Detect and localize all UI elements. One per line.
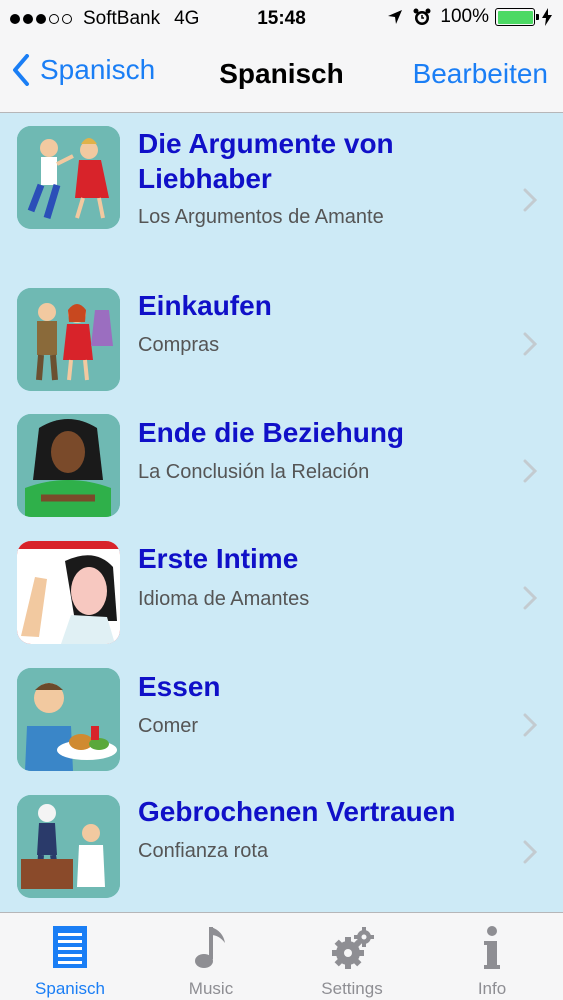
lesson-thumbnail-intimacy	[17, 541, 120, 644]
tab-bar: Spanisch Music Settings Info	[0, 912, 563, 1000]
list-document-icon	[53, 926, 87, 968]
list-item[interactable]: Einkaufen Compras	[0, 274, 563, 401]
battery-percent: 100%	[440, 6, 489, 27]
gear-icon	[332, 927, 374, 969]
lesson-subtitle: La Conclusión la Relación	[138, 461, 370, 483]
lesson-subtitle: Compras	[138, 334, 220, 356]
lesson-title: Gebrochenen Vertrauen	[138, 796, 456, 827]
lesson-thumbnail-shopping	[17, 288, 120, 391]
edit-button[interactable]: Bearbeiten	[413, 58, 548, 90]
lesson-title: Essen	[138, 671, 221, 702]
list-item[interactable]: Die Argumente von Liebhaber Los Argument…	[0, 114, 563, 274]
list-item[interactable]: Gebrochenen Vertrauen Confianza rota	[0, 782, 563, 912]
tab-info[interactable]: Info	[422, 913, 562, 1000]
navigation-bar: Spanisch Spanisch Bearbeiten	[0, 38, 563, 113]
lesson-title: Ende die Beziehung	[138, 417, 405, 448]
lesson-thumbnail-broken-trust	[17, 795, 120, 898]
lesson-thumbnail-eating	[17, 668, 120, 771]
battery-fill	[497, 10, 533, 24]
list-item[interactable]: Ende die Beziehung La Conclusión la Rela…	[0, 401, 563, 528]
alarm-clock-icon	[412, 7, 432, 27]
location-arrow-icon	[386, 8, 404, 26]
tab-label: Spanisch	[35, 979, 105, 998]
tab-label: Settings	[321, 979, 383, 998]
lesson-title: Einkaufen	[138, 290, 272, 321]
chevron-right-icon	[523, 840, 537, 864]
chevron-right-icon	[523, 188, 537, 212]
lesson-subtitle: Los Argumentos de Amante	[138, 206, 384, 228]
lesson-title: Erste Intime	[138, 543, 299, 574]
lesson-subtitle: Idioma de Amantes	[138, 588, 310, 610]
info-icon	[484, 926, 500, 969]
chevron-right-icon	[523, 459, 537, 483]
chevron-right-icon	[523, 332, 537, 356]
list-item[interactable]: Erste Intime Idioma de Amantes	[0, 528, 563, 655]
lesson-thumbnail-arguing-couple	[17, 126, 120, 229]
lesson-thumbnail-breakup	[17, 414, 120, 517]
lesson-title: Die Argumente von Liebhaber	[138, 128, 394, 194]
chevron-right-icon	[523, 713, 537, 737]
tab-label: Info	[477, 979, 507, 998]
lesson-subtitle: Comer	[138, 715, 199, 737]
tab-settings[interactable]: Settings	[282, 913, 422, 1000]
list-item[interactable]: Essen Comer	[0, 655, 563, 782]
lesson-list: Die Argumente von Liebhaber Los Argument…	[0, 114, 563, 912]
status-bar: SoftBank 4G 15:48 100%	[0, 0, 563, 38]
chevron-right-icon	[523, 586, 537, 610]
charging-bolt-icon	[541, 8, 553, 26]
battery-icon	[495, 8, 539, 26]
music-note-icon	[195, 927, 225, 968]
lesson-subtitle: Confianza rota	[138, 840, 269, 862]
status-right: 100%	[386, 6, 553, 28]
tab-music[interactable]: Music	[141, 913, 281, 1000]
tab-label: Music	[188, 979, 234, 998]
tab-spanisch[interactable]: Spanisch	[0, 913, 140, 1000]
